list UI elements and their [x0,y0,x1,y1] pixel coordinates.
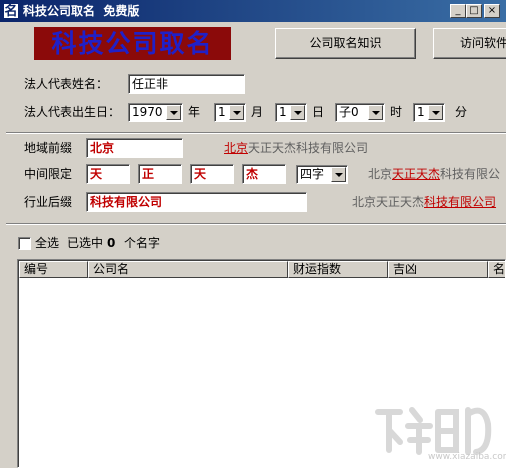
representative-name-input[interactable]: 任正非 [128,74,245,94]
day-unit: 日 [312,105,325,119]
day-value: 1 [279,105,287,119]
middle-char-input-4[interactable]: 杰 [242,164,286,184]
chevron-down-icon[interactable] [368,105,383,120]
prefix-example-highlight: 北京 [224,141,249,155]
column-header-auspiciousness[interactable]: 吉凶 [388,261,488,278]
middle-example-before: 北京 [368,167,393,181]
middle-char-input-2[interactable]: 正 [138,164,182,184]
year-unit: 年 [188,105,201,119]
divider [6,132,506,134]
middle-example-after: 科技有限公 [440,167,501,181]
middle-length-select[interactable]: 四字 [296,165,348,184]
column-header-company-name[interactable]: 公司名 [88,261,288,278]
year-select[interactable]: 1970 [128,103,183,122]
hour-value: 子0 [339,105,359,119]
middle-length-value: 四字 [300,167,325,181]
middle-char-input-3[interactable]: 天 [190,164,234,184]
month-unit: 月 [251,105,264,119]
chevron-down-icon[interactable] [290,105,305,120]
middle-label: 中间限定 [24,167,73,181]
chevron-down-icon[interactable] [229,105,244,120]
prefix-example: 北京天正天杰科技有限公司 [224,139,368,157]
selected-count: 0 [107,236,116,250]
middle-example-highlight: 天正天杰 [392,167,441,181]
year-value: 1970 [132,105,163,119]
visit-software-button[interactable]: 访问软件 [433,28,506,59]
middle-char-input-1[interactable]: 天 [86,164,130,184]
suffix-example-highlight: 科技有限公司 [424,195,497,209]
company-naming-knowledge-button[interactable]: 公司取名知识 [275,28,416,59]
watermark-url: www.xiazaiba.com [428,452,506,462]
middle-example: 北京天正天杰科技有限公 [368,165,500,183]
chevron-down-icon[interactable] [166,105,181,120]
banner-title: 科技公司取名 [51,29,214,58]
window-title: 科技公司取名 免费版 [23,4,140,18]
minimize-button[interactable]: _ [450,4,466,18]
selected-suffix: 个名字 [124,236,161,250]
month-value: 1 [218,105,226,119]
minute-select[interactable]: 1 [413,103,445,122]
maximize-button[interactable]: □ [466,4,482,18]
close-button[interactable]: × [484,4,500,18]
chevron-down-icon[interactable] [428,105,443,120]
column-header-fortune-index[interactable]: 财运指数 [288,261,388,278]
select-all-label[interactable]: 全选 [35,234,59,252]
name-label: 法人代表姓名： [24,77,109,91]
hour-unit: 时 [390,105,403,119]
suffix-label: 行业后缀 [24,195,73,209]
hour-select[interactable]: 子0 [335,103,385,122]
minute-unit: 分 [455,105,468,119]
divider [6,223,506,225]
region-prefix-input[interactable]: 北京 [86,138,183,158]
industry-suffix-input[interactable]: 科技有限公司 [86,192,307,212]
minute-value: 1 [417,105,425,119]
select-all-checkbox[interactable] [18,237,31,250]
column-header-name[interactable]: 名 [488,261,505,278]
app-icon: 名 [3,3,19,19]
chevron-down-icon[interactable] [331,167,346,182]
birth-label: 法人代表出生日： [24,105,121,119]
column-header-number[interactable]: 编号 [19,261,88,278]
selected-prefix: 已选中 [67,236,104,250]
suffix-example-before: 北京天正天杰 [352,195,425,209]
month-select[interactable]: 1 [214,103,246,122]
prefix-label: 地域前缀 [24,141,73,155]
day-select[interactable]: 1 [275,103,307,122]
prefix-example-rest: 天正天杰科技有限公司 [248,141,369,155]
suffix-example: 北京天正天杰科技有限公司 [352,193,496,211]
